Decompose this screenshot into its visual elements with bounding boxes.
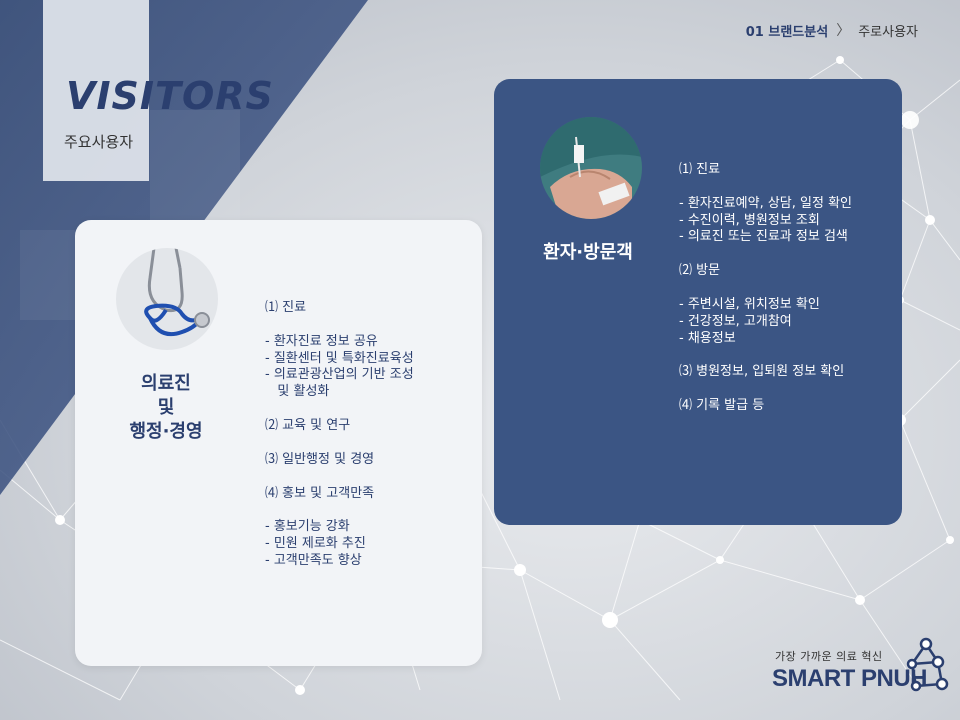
stethoscope-icon [116,248,218,350]
staff-duty-item: - 민원 제로화 추진 [265,536,366,552]
staff-duty-item: ⑴ 진료 [265,300,307,315]
breadcrumb-separator: 〉 [836,23,851,39]
staff-duty-item [265,317,475,334]
staff-duty-item: - 질환센터 및 특화진료육성 [265,350,414,366]
staff-duty-item: ⑶ 일반행정 및 경영 [265,451,375,467]
staff-role-line: 및 [157,397,175,418]
staff-duty-item [265,435,475,452]
breadcrumb-section[interactable]: 01 브랜드분석 [746,21,828,40]
patient-service-item: ⑷ 기록 발급 등 [679,398,765,414]
patient-service-item: - 의료진 또는 진료과 정보 검색 [679,229,848,245]
staff-duty-item [265,401,475,418]
staff-role-line: 행정·경영 [129,421,203,442]
patient-role-line: 환자·방문객 [543,242,633,263]
patient-service-item: - 건강정보, 고개참여 [679,313,792,329]
staff-duty-item: - 고객만족도 향상 [265,552,362,568]
staff-duties-list: ⑴ 진료 - 환자진료 정보 공유 - 질환센터 및 특화진료육성 - 의료관광산업의… [265,300,475,570]
staff-duty-item: - 홍보기능 강화 [265,519,350,535]
patient-service-item: - 채용정보 [679,330,736,346]
staff-duty-item: ⑵ 교육 및 연구 [265,417,351,433]
network-logo-icon [906,637,949,692]
page-subtitle: 주요사용자 [64,133,134,151]
patient-service-item: - 환자진료예약, 상담, 일정 확인 [679,195,853,211]
smart-pnuh-logo: 가장 가까운 의료 혁신 SMART PNUH [770,637,950,700]
patient-service-item: - 수진이력, 병원정보 조회 [679,212,820,228]
breadcrumb: 01 브랜드분석 〉 주로사용자 [746,20,918,40]
patient-service-item: ⑴ 진료 [679,162,721,177]
staff-duty-item: - 환자진료 정보 공유 [265,333,378,349]
staff-role: 의료진 및 행정·경영 [116,372,216,444]
patient-services-list: ⑴ 진료 - 환자진료예약, 상담, 일정 확인 - 수진이력, 병원정보 조회 - … [679,162,894,415]
patient-hand-iv-icon [540,117,642,219]
patient-service-item [679,179,894,196]
patient-service-item [679,280,894,297]
logo-tagline: 가장 가까운 의료 혁신 [775,650,883,663]
staff-duty-item [265,469,475,486]
staff-duty-item [265,502,475,519]
breadcrumb-current: 주로사용자 [858,24,918,40]
patient-service-item [679,381,894,398]
patient-service-item [679,246,894,263]
patient-service-item [679,347,894,364]
staff-duty-item: 및 활성화 [265,384,330,400]
staff-duty-item: ⑷ 홍보 및 고객만족 [265,485,375,501]
staff-duty-item: - 의료관광산업의 기반 조성 [265,367,414,383]
patient-role: 환자·방문객 [518,241,658,265]
patient-service-item: ⑵ 방문 [679,263,721,279]
patient-service-item: - 주변시설, 위치정보 확인 [679,296,820,312]
patient-service-item: ⑶ 병원정보, 입퇴원 정보 확인 [679,364,845,380]
page-title: VISITORS [66,74,274,118]
staff-role-line: 의료진 [141,373,191,394]
